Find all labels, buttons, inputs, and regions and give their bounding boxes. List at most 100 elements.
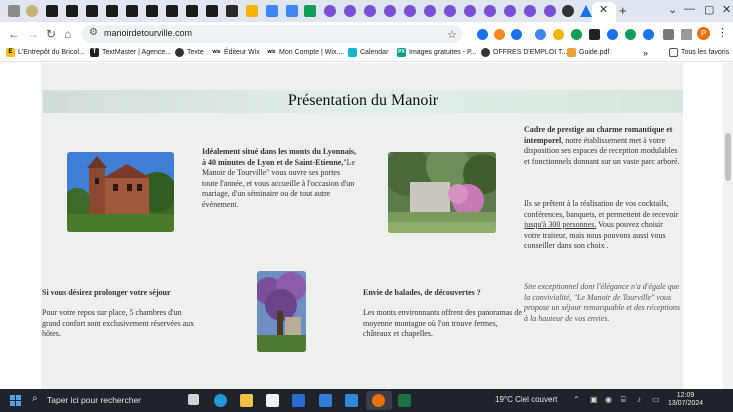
extensions-puzzle-icon[interactable]	[663, 29, 674, 40]
bookmark-item[interactable]: PX Images gratuites - P...	[397, 48, 477, 57]
maximize-icon[interactable]: ▢	[704, 3, 714, 16]
photos-icon[interactable]	[345, 394, 358, 407]
task-view-icon[interactable]	[188, 394, 199, 405]
intro-bold-text: Idéalement situé dans les monts du Lyonn…	[202, 147, 357, 167]
url-text[interactable]: manoirdetourville.com	[104, 28, 192, 38]
wix-icon: wix	[212, 48, 221, 57]
tab-favicon[interactable]	[126, 5, 138, 17]
tab-favicon[interactable]	[464, 5, 476, 17]
url-bar[interactable]: ⚙ manoirdetourville.com ☆	[82, 25, 462, 43]
page-title: Présentation du Manoir	[287, 92, 439, 109]
app-icon[interactable]	[292, 394, 305, 407]
forward-icon[interactable]: →	[27, 27, 39, 41]
network-icon[interactable]: ⌸	[621, 395, 626, 405]
extension-icon[interactable]	[477, 29, 488, 40]
tab-favicon[interactable]	[344, 5, 356, 17]
tab-favicon[interactable]	[106, 5, 118, 17]
weather-widget[interactable]: 19°C Ciel couvert	[495, 395, 557, 404]
extension-icon[interactable]	[535, 29, 546, 40]
extension-icon[interactable]	[589, 29, 600, 40]
search-icon: ⌕	[32, 393, 38, 404]
tab-favicon[interactable]	[66, 5, 78, 17]
tray-chevron-icon[interactable]: ⌃	[573, 395, 580, 404]
address-bar: ← → ↻ ⌂ ⚙ manoirdetourville.com ☆ P ⋮	[0, 22, 733, 46]
extension-icon[interactable]	[607, 29, 618, 40]
extension-icon[interactable]	[625, 29, 636, 40]
new-tab-icon[interactable]: +	[619, 3, 627, 18]
tab-favicon[interactable]	[266, 5, 278, 17]
minimize-icon[interactable]: —	[684, 3, 695, 15]
home-icon[interactable]: ⌂	[64, 27, 71, 41]
file-explorer-icon[interactable]	[240, 394, 253, 407]
bookmark-item[interactable]: wix Éditeur Wix	[212, 48, 260, 57]
site-info-icon[interactable]: ⚙	[89, 27, 98, 38]
all-bookmarks-button[interactable]: Tous les favoris	[669, 48, 729, 57]
close-window-icon[interactable]: ✕	[722, 3, 731, 16]
reload-icon[interactable]: ↻	[46, 27, 56, 41]
tab-favicon[interactable]	[146, 5, 158, 17]
volume-icon[interactable]: ♪	[637, 395, 641, 404]
mail-icon[interactable]	[319, 394, 332, 407]
store-icon[interactable]	[266, 394, 279, 407]
tab-favicon[interactable]	[364, 5, 376, 17]
tab-favicon[interactable]	[444, 5, 456, 17]
clock[interactable]: 12:09 13/07/2024	[668, 392, 703, 408]
edge-icon[interactable]	[214, 394, 227, 407]
side-panel-icon[interactable]	[681, 29, 692, 40]
tab-favicon[interactable]	[286, 5, 298, 17]
windows-start-icon[interactable]	[10, 395, 21, 406]
tray-app-icon[interactable]: ◉	[605, 395, 612, 404]
extension-icon[interactable]	[511, 29, 522, 40]
capacity-link[interactable]: jusqu'à 300 personnes.	[524, 220, 596, 229]
tab-favicon[interactable]	[304, 5, 316, 17]
tab-favicon[interactable]	[226, 5, 238, 17]
taskbar-search[interactable]: ⌕ Taper ici pour rechercher	[28, 392, 173, 409]
tab-favicon[interactable]	[46, 5, 58, 17]
tab-favicon[interactable]	[544, 5, 556, 17]
pdf-file-icon	[567, 48, 576, 57]
taskbar-search-placeholder[interactable]: Taper ici pour rechercher	[47, 395, 141, 405]
tab-favicon[interactable]	[324, 5, 336, 17]
extension-icon[interactable]	[643, 29, 654, 40]
tab-favicon[interactable]	[524, 5, 536, 17]
tab-favicon[interactable]	[206, 5, 218, 17]
bookmark-item[interactable]: Calendar	[348, 48, 388, 57]
tab-favicon[interactable]	[424, 5, 436, 17]
tab-favicon[interactable]	[186, 5, 198, 17]
extension-icon[interactable]	[553, 29, 564, 40]
tray-app-icon[interactable]: ▣	[590, 395, 598, 404]
chrome-icon[interactable]	[372, 394, 385, 407]
scrollbar-thumb[interactable]	[725, 133, 731, 181]
tab-favicon[interactable]	[8, 5, 20, 17]
tab-favicon[interactable]	[384, 5, 396, 17]
bookmark-item[interactable]: Guide.pdf	[567, 48, 609, 57]
tab-favicon[interactable]	[26, 5, 38, 17]
browser-menu-icon[interactable]: ⋮	[717, 26, 728, 39]
bookmark-item[interactable]: T TextMaster | Agence...	[90, 48, 171, 57]
battery-icon[interactable]: ▭	[652, 395, 660, 404]
tab-favicon[interactable]	[404, 5, 416, 17]
back-icon[interactable]: ←	[8, 27, 20, 41]
page-scrollbar[interactable]	[723, 63, 733, 389]
bookmark-item[interactable]: Texte	[175, 48, 204, 57]
bookmark-item[interactable]: wix Mon Compte | Wix....	[267, 48, 344, 57]
extension-icon[interactable]	[494, 29, 505, 40]
extension-icon[interactable]	[571, 29, 582, 40]
tab-favicon[interactable]	[246, 5, 258, 17]
bookmark-star-icon[interactable]: ☆	[447, 28, 457, 41]
bookmark-item[interactable]: OFFRES D'EMPLOI T...	[481, 48, 567, 57]
tab-favicon[interactable]	[562, 5, 574, 17]
tab-favicon[interactable]	[504, 5, 516, 17]
close-tab-icon[interactable]: ✕	[599, 3, 608, 16]
tab-favicon[interactable]	[86, 5, 98, 17]
profile-avatar[interactable]: P	[697, 27, 710, 40]
bookmark-item[interactable]: E L'Entrepôt du Bricol...	[6, 48, 85, 57]
excel-icon[interactable]	[398, 394, 411, 407]
more-bookmarks-button[interactable]: »	[643, 48, 648, 58]
tab-search-icon[interactable]: ⌄	[668, 3, 677, 16]
tab-favicon[interactable]	[484, 5, 496, 17]
tab-favicon[interactable]	[166, 5, 178, 17]
clock-time: 12:09	[676, 392, 695, 399]
tab-favicon[interactable]	[580, 5, 592, 17]
manor-photo	[67, 152, 174, 232]
